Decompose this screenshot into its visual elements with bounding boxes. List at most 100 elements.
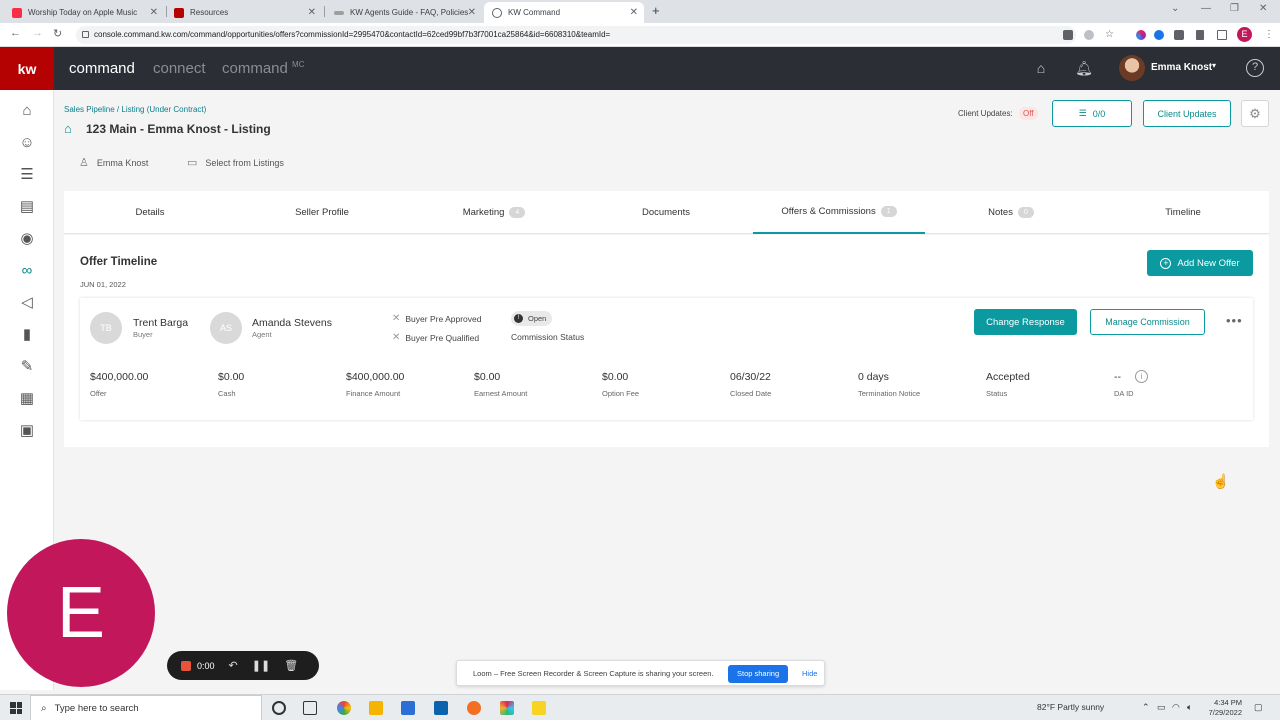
store-icon[interactable]: ⌂ [1032, 59, 1050, 77]
side-panel-icon[interactable] [1217, 30, 1227, 40]
buyer-avatar: TB [90, 312, 122, 344]
nav-command[interactable]: command [69, 60, 135, 77]
tab-notes[interactable]: Notes 0 [925, 191, 1097, 234]
select-from-listings[interactable]: ▭ Select from Listings [187, 156, 284, 169]
tasks-icon[interactable]: ☰ [18, 166, 36, 184]
tab-timeline[interactable]: Timeline [1097, 191, 1269, 234]
manage-commission-button[interactable]: Manage Commission [1090, 309, 1205, 335]
taskbar-search[interactable]: ⌕ Type here to search [30, 695, 262, 720]
pause-icon[interactable]: ❚❚ [252, 659, 270, 672]
undo-icon[interactable]: ↶ [229, 659, 238, 672]
chrome-icon[interactable] [337, 701, 351, 715]
loom-camera-bubble[interactable]: E [7, 539, 155, 687]
kw-logo[interactable]: kw [0, 47, 54, 90]
more-options-icon[interactable]: ••• [1226, 313, 1243, 328]
nav-connect[interactable]: connect [153, 60, 206, 77]
close-icon[interactable]: ✕ [630, 7, 638, 18]
slack-icon[interactable] [500, 701, 514, 715]
breadcrumb[interactable]: Sales Pipeline / Listing (Under Contract… [64, 105, 206, 114]
notifications-icon[interactable]: ▢ [1254, 702, 1263, 713]
stop-sharing-button[interactable]: Stop sharing [728, 665, 789, 683]
trash-icon[interactable]: 🗑︎ [284, 659, 298, 672]
forward-icon[interactable]: → [32, 27, 43, 39]
hide-button[interactable]: Hide [802, 669, 817, 678]
system-clock[interactable]: 4:34 PM 7/29/2022 [1200, 698, 1242, 718]
camera-icon[interactable] [1063, 30, 1073, 40]
tray-chevron-icon[interactable]: ⌃ [1142, 702, 1150, 713]
windows-start-icon[interactable] [10, 702, 22, 714]
cortana-icon[interactable] [272, 701, 286, 715]
browser-tab-kw-command[interactable]: KW Command ✕ [484, 2, 644, 23]
mail-icon[interactable] [434, 701, 448, 715]
listings-icon[interactable]: ▦ [18, 390, 36, 408]
chevron-down-icon[interactable]: ⌄ [1171, 3, 1179, 14]
client-updates-button[interactable]: Client Updates [1143, 100, 1231, 127]
info-icon[interactable]: i [1135, 370, 1148, 383]
insights-icon[interactable]: ▮ [18, 326, 36, 344]
edit-icon[interactable]: ✎ [18, 358, 36, 376]
user-name[interactable]: Emma Knost [1151, 62, 1212, 73]
menu-dots-icon[interactable]: ⋮ [1264, 30, 1274, 40]
tab-seller-profile[interactable]: Seller Profile [236, 191, 408, 234]
help-icon[interactable]: ? [1246, 59, 1264, 77]
browser-tab-resources[interactable]: Resources ✕ [166, 2, 322, 23]
restore-icon[interactable]: ❐ [1230, 3, 1239, 14]
home-icon[interactable]: ⌂ [18, 102, 36, 120]
close-icon[interactable]: ✕ [308, 7, 316, 18]
back-icon[interactable]: ← [10, 27, 21, 39]
store-app-icon[interactable] [401, 701, 415, 715]
url-field[interactable]: console.command.kw.com/command/opportuni… [76, 26, 1076, 44]
contacts-icon[interactable]: ☺ [18, 134, 36, 152]
minimize-icon[interactable]: — [1201, 3, 1211, 14]
lock-icon[interactable] [82, 31, 89, 38]
browser-tab-apple-music[interactable]: Worship Today on Apple Music ✕ [4, 2, 164, 23]
new-tab-button[interactable]: + [652, 3, 660, 18]
sticky-notes-icon[interactable] [532, 701, 546, 715]
puzzle-icon[interactable] [1174, 30, 1184, 40]
file-explorer-icon[interactable] [369, 701, 383, 715]
tab-marketing[interactable]: Marketing 4 [408, 191, 580, 234]
location-icon[interactable]: ◉ [18, 230, 36, 248]
tasks-count-button[interactable]: ☰ 0/0 [1052, 100, 1132, 127]
media-icon[interactable] [1196, 30, 1204, 40]
star-icon[interactable]: ☆ [1105, 30, 1115, 40]
agent-avatar: AS [210, 312, 242, 344]
network-icon[interactable]: ▭ [1157, 702, 1166, 713]
tab-offers-commissions[interactable]: Offers & Commissions 1 [753, 191, 925, 234]
weather-widget[interactable]: 82°F Partly sunny [1037, 702, 1104, 712]
close-icon[interactable]: ✕ [150, 7, 158, 18]
change-response-button[interactable]: Change Response [974, 309, 1077, 335]
firefox-icon[interactable] [467, 701, 481, 715]
caret-down-icon[interactable]: ▾ [1212, 61, 1216, 70]
gear-icon[interactable]: ⚙ [1241, 100, 1269, 127]
metric-finance-label: Finance Amount [346, 389, 401, 398]
tab-documents[interactable]: Documents [580, 191, 752, 234]
client-updates-status-badge: Off [1019, 107, 1038, 120]
volume-icon[interactable]: 🔈︎ [1187, 702, 1192, 713]
reload-icon[interactable]: ↻ [53, 27, 62, 40]
share-icon[interactable] [1084, 30, 1094, 40]
extension-icon[interactable] [1136, 30, 1146, 40]
close-window-icon[interactable]: ✕ [1259, 3, 1267, 14]
tab-details[interactable]: Details [64, 191, 236, 234]
bell-icon[interactable]: 🔔︎ [1075, 59, 1093, 77]
task-view-icon[interactable] [303, 701, 317, 715]
loom-extension-icon[interactable] [1154, 30, 1164, 40]
add-new-offer-button[interactable]: + Add New Offer [1147, 250, 1253, 276]
wifi-icon[interactable]: ◠ [1172, 702, 1180, 713]
tab-label: Notes [988, 207, 1013, 218]
contact-link[interactable]: ♙ Emma Knost [79, 156, 148, 169]
opportunities-handshake-icon[interactable]: ∞ [18, 262, 36, 280]
profile-avatar[interactable]: E [1237, 27, 1252, 42]
metric-closed-date-label: Closed Date [730, 389, 772, 398]
gallery-icon[interactable]: ▣ [18, 422, 36, 440]
commission-status-badge: ! Open [511, 311, 553, 326]
browser-tab-agents-guide[interactable]: KW Agents Guide - FAQ, Policies ✕ [326, 2, 482, 23]
client-updates-label: Client Updates: [958, 109, 1013, 118]
user-avatar[interactable] [1119, 55, 1145, 81]
forms-icon[interactable]: ▤ [18, 198, 36, 216]
megaphone-icon[interactable]: ◁ [18, 294, 36, 312]
nav-command-mc[interactable]: command MC [222, 60, 304, 77]
close-icon[interactable]: ✕ [468, 7, 476, 18]
stop-record-icon[interactable] [181, 660, 191, 671]
